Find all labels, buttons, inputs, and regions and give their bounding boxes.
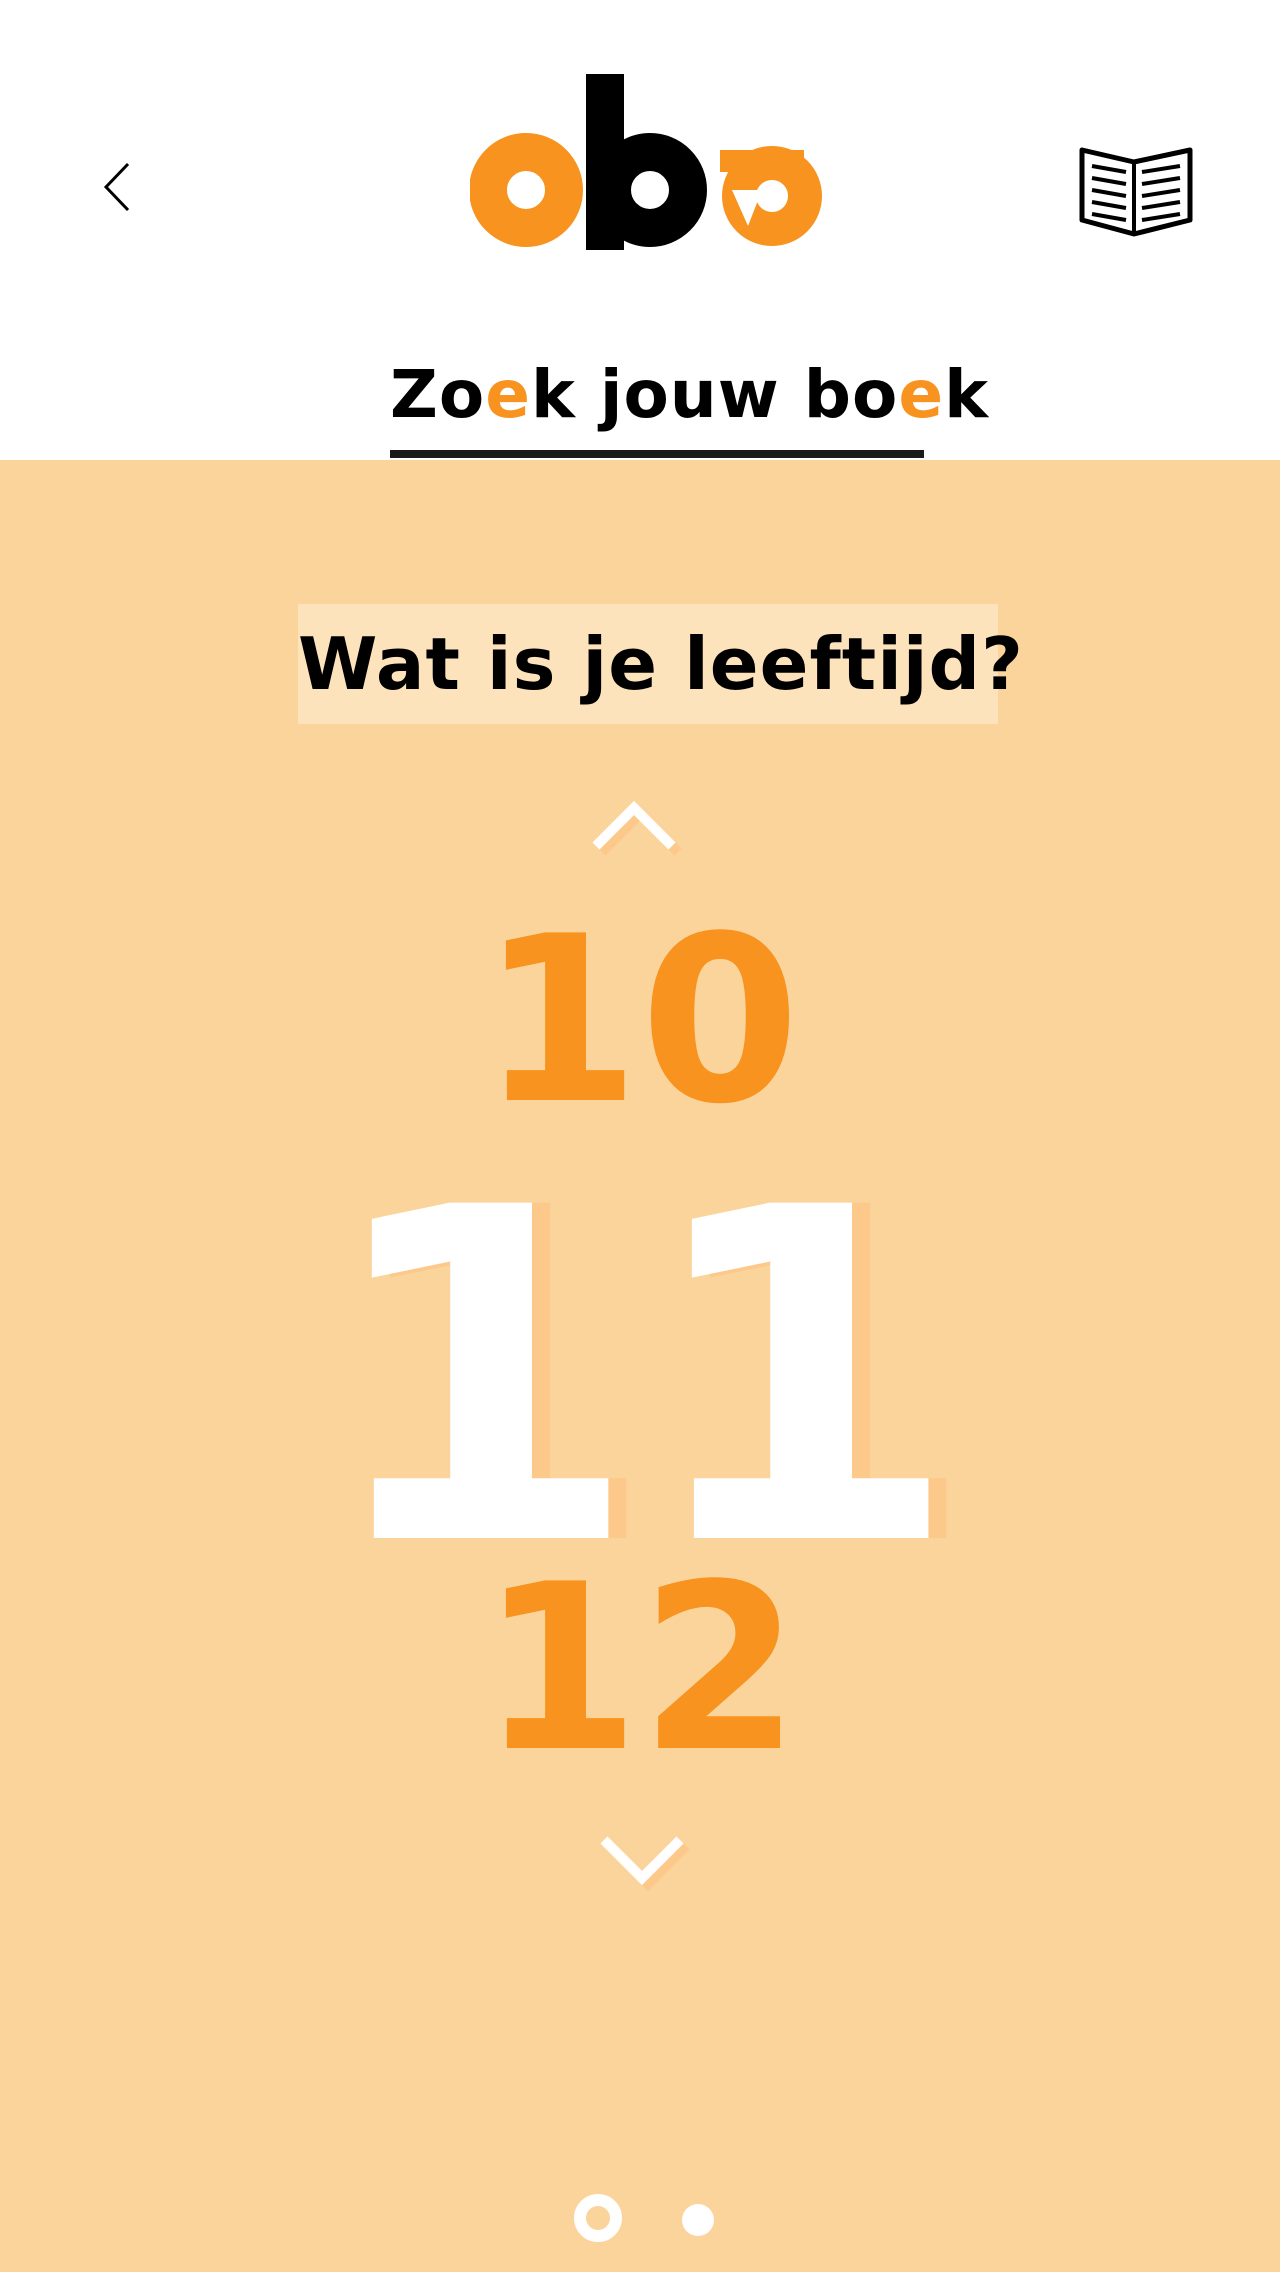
pagination-dots bbox=[574, 2194, 724, 2246]
page-title-text: Zoek jouw boek bbox=[390, 354, 988, 436]
logo-graphic bbox=[469, 74, 822, 250]
title-part: k jouw bo bbox=[530, 356, 899, 433]
title-accent-e: e bbox=[485, 356, 531, 433]
title-underline bbox=[390, 450, 924, 458]
title-part: Zo bbox=[390, 356, 486, 433]
oba-logo[interactable]: oba bbox=[469, 66, 822, 258]
chevron-down-icon bbox=[600, 1836, 690, 1892]
open-book-icon bbox=[1079, 147, 1193, 237]
title-accent-e: e bbox=[898, 356, 945, 433]
chevron-left-icon bbox=[103, 162, 130, 212]
age-question: Wat is je leeftijd? bbox=[298, 604, 1023, 724]
back-button[interactable] bbox=[96, 150, 148, 224]
age-option-next[interactable]: 12 bbox=[0, 1550, 1280, 1790]
reading-list-button[interactable] bbox=[1078, 142, 1194, 238]
age-option-previous[interactable]: 10 bbox=[0, 902, 1280, 1142]
pagination-dot[interactable] bbox=[682, 2204, 714, 2236]
page-title: Zoek jouw boek bbox=[390, 354, 988, 462]
age-up-button[interactable] bbox=[580, 790, 700, 870]
title-part: k bbox=[944, 356, 989, 433]
pagination-dot-active[interactable] bbox=[574, 2194, 622, 2242]
age-down-button[interactable] bbox=[596, 1824, 716, 1904]
app-header: oba Zoek jouw b bbox=[0, 0, 1280, 460]
age-selector-panel: Wat is je leeftijd? 10 11 12 bbox=[0, 460, 1280, 2272]
chevron-up-icon bbox=[592, 800, 682, 856]
